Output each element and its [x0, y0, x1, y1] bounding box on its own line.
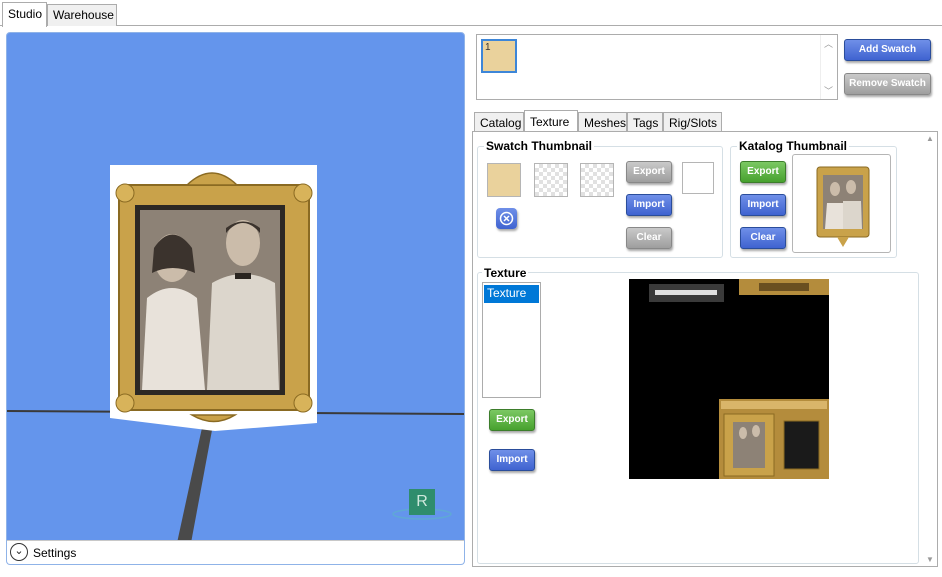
- swatch-thumb-slot-3[interactable]: [580, 163, 614, 197]
- swatch-thumb-clear-button[interactable]: Clear: [626, 227, 672, 249]
- pole-shape: [177, 414, 215, 543]
- settings-expander[interactable]: ⌄ Settings: [7, 540, 464, 564]
- transform-gizmo[interactable]: R: [392, 489, 452, 521]
- panel-scrollbar[interactable]: ▲ ▼: [923, 132, 937, 566]
- katalog-import-button[interactable]: Import: [740, 194, 786, 216]
- remove-thumb-button[interactable]: [496, 208, 517, 229]
- swatch-number: 1: [485, 42, 491, 53]
- texture-list-item[interactable]: Texture: [484, 285, 539, 303]
- texture-title: Texture: [482, 266, 529, 280]
- app-window: Studio Warehouse R ⌄ Settings 1 ︿ ﹀ Add …: [0, 0, 942, 577]
- texture-export-button[interactable]: Export: [489, 409, 535, 431]
- katalog-thumbnail-title: Katalog Thumbnail: [737, 139, 849, 153]
- tab-meshes[interactable]: Meshes: [578, 112, 627, 132]
- frame-corner-tr: [293, 183, 313, 203]
- tab-catalog[interactable]: Catalog: [474, 112, 524, 132]
- swatch-thumb-preview: [682, 162, 714, 194]
- frame-thumbnail-picture: [816, 166, 870, 247]
- rotate-gizmo-icon[interactable]: R: [409, 489, 435, 515]
- swatch-thumbnail-title: Swatch Thumbnail: [484, 139, 595, 153]
- tab-warehouse[interactable]: Warehouse: [47, 4, 117, 26]
- scroll-down-icon[interactable]: ▼: [926, 555, 934, 564]
- swatch-thumb-import-button[interactable]: Import: [626, 194, 672, 216]
- main-tab-bar: Studio Warehouse: [0, 0, 942, 27]
- scroll-up-icon[interactable]: ︿: [824, 37, 833, 50]
- close-circle-icon: [499, 211, 514, 226]
- scroll-up-icon[interactable]: ▲: [926, 134, 934, 143]
- swatch-thumb-export-button[interactable]: Export: [626, 161, 672, 183]
- frame-corner-bl: [115, 393, 135, 413]
- texture-import-button[interactable]: Import: [489, 449, 535, 471]
- swatch-item[interactable]: 1: [481, 39, 517, 73]
- chevron-down-icon[interactable]: ⌄: [10, 543, 28, 561]
- swatch-list[interactable]: 1 ︿ ﹀: [476, 34, 838, 100]
- tab-tags[interactable]: Tags: [627, 112, 663, 132]
- settings-label: Settings: [33, 546, 77, 560]
- swatch-thumb-slot-2[interactable]: [534, 163, 568, 197]
- add-swatch-button[interactable]: Add Swatch: [844, 39, 931, 61]
- texture-atlas-image: [649, 279, 829, 479]
- viewport-scene: [7, 165, 464, 543]
- katalog-export-button[interactable]: Export: [740, 161, 786, 183]
- 3d-viewport[interactable]: R ⌄ Settings: [6, 32, 465, 565]
- katalog-thumbnail-image: [792, 154, 891, 253]
- swatch-color-thumb[interactable]: [487, 163, 521, 197]
- katalog-clear-button[interactable]: Clear: [740, 227, 786, 249]
- tab-texture[interactable]: Texture: [524, 110, 578, 132]
- tab-rig-slots[interactable]: Rig/Slots: [663, 112, 722, 132]
- texture-list[interactable]: Texture: [482, 282, 541, 398]
- frame-corner-tl: [115, 183, 135, 203]
- scroll-down-icon[interactable]: ﹀: [824, 84, 833, 97]
- woman-dress: [142, 288, 205, 390]
- man-bowtie: [235, 273, 251, 279]
- frame-corner-br: [293, 393, 313, 413]
- swatch-list-scrollbar[interactable]: ︿ ﹀: [820, 35, 837, 99]
- man-suit: [207, 274, 279, 390]
- remove-swatch-button[interactable]: Remove Swatch: [844, 73, 931, 95]
- tab-studio[interactable]: Studio: [2, 2, 47, 27]
- texture-preview: [629, 279, 829, 479]
